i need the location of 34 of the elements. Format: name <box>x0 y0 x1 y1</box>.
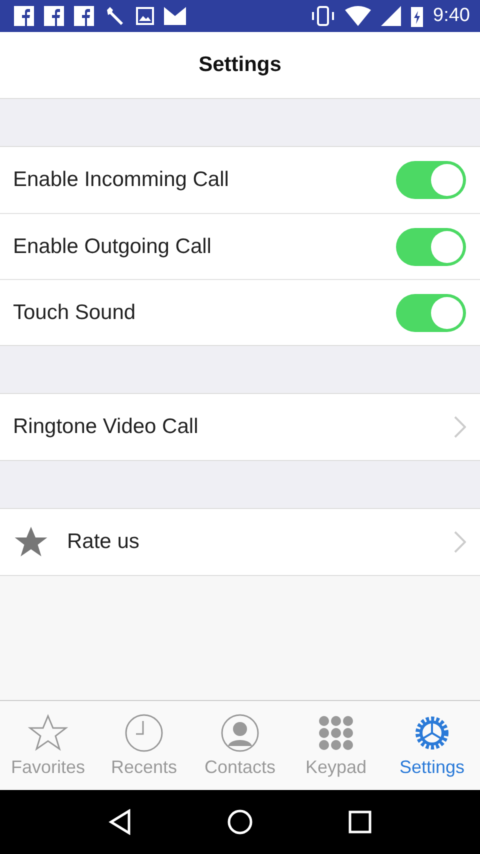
wifi-icon <box>345 6 372 26</box>
tab-item[interactable]: Settings <box>384 701 480 790</box>
vibrate-icon <box>311 6 336 26</box>
tab-item[interactable]: Keypad <box>288 701 384 790</box>
setting-label: Enable Outgoing Call <box>13 234 212 258</box>
tab-item[interactable]: Favorites <box>0 701 96 790</box>
facebook-icon <box>44 6 64 26</box>
star-icon <box>28 713 68 753</box>
toggle-switch[interactable] <box>396 294 466 332</box>
signal-icon <box>381 6 402 26</box>
back-icon[interactable] <box>108 809 132 835</box>
toggle-switch[interactable] <box>396 228 466 266</box>
wrench-icon <box>104 5 126 27</box>
chevron-icon <box>454 531 466 553</box>
facebook-icon <box>74 6 94 26</box>
battery-icon <box>411 5 424 27</box>
recents-icon[interactable] <box>348 810 372 834</box>
setting-label: Rate us <box>67 530 140 554</box>
tab-item[interactable]: Contacts <box>192 701 288 790</box>
clock-icon <box>124 713 164 753</box>
facebook-icon <box>14 6 34 26</box>
page-title: Settings <box>198 53 282 77</box>
tab-item[interactable]: Recents <box>96 701 192 790</box>
setting-label: Ringtone Video Call <box>13 415 200 439</box>
image-icon <box>136 7 154 25</box>
status-time: 9:40 <box>433 5 470 27</box>
setting-label: Touch Sound <box>13 300 137 324</box>
setting-label: Enable Incomming Call <box>13 168 230 192</box>
chevron-icon <box>454 416 466 438</box>
contact-icon <box>220 713 260 753</box>
toggle-switch[interactable] <box>396 161 466 199</box>
keypad-icon <box>316 713 356 753</box>
mail-icon <box>164 7 186 25</box>
home-icon[interactable] <box>227 809 253 835</box>
